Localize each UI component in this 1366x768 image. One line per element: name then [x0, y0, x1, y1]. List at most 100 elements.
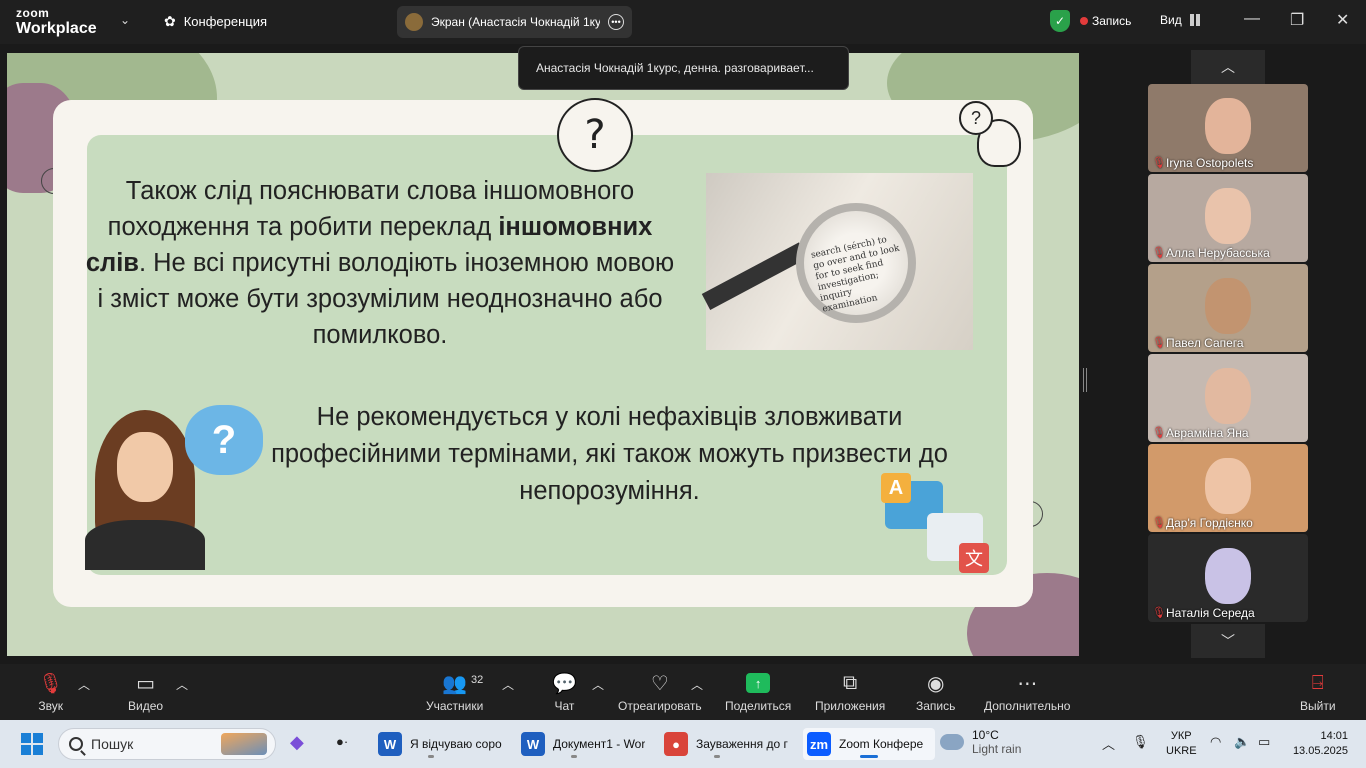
view-button[interactable]: Вид: [1160, 13, 1200, 27]
share-button[interactable]: ↑ Поделиться: [725, 670, 791, 713]
chat-icon: 💬: [552, 672, 577, 695]
volume-icon[interactable]: 🔈: [1234, 734, 1250, 750]
apps-label: Приложения: [815, 699, 886, 713]
search-icon: [69, 737, 83, 751]
clock[interactable]: 14:01 13.05.2025: [1290, 729, 1348, 759]
participant-tile[interactable]: 🎙 Наталія Середа: [1148, 534, 1308, 622]
mic-muted-icon: 🎙: [1152, 247, 1166, 259]
close-icon[interactable]: ✕: [1336, 10, 1349, 30]
meeting-info-button[interactable]: ✿ Конференция: [164, 13, 267, 30]
participants-icon: 👥: [442, 672, 468, 695]
more-label: Дополнительно: [984, 699, 1071, 713]
more-button[interactable]: ⋯ Дополнительно: [984, 670, 1071, 714]
taskbar-app[interactable]: zm Zoom Конфере: [803, 728, 935, 760]
participants-options-caret[interactable]: ︿: [502, 676, 514, 693]
video-options-caret[interactable]: ︿: [176, 676, 188, 693]
shared-screen: ? ? Також слід пояснювати слова іншомовн…: [7, 53, 1079, 656]
more-icon: ⋯: [1017, 672, 1038, 695]
search-label: Пошук: [91, 736, 134, 752]
participant-tile[interactable]: 🎙 Аврамкіна Яна: [1148, 354, 1308, 442]
running-indicator: [714, 755, 720, 758]
rain-cloud-icon: [940, 734, 964, 750]
record-button[interactable]: ◉ Запись: [916, 670, 955, 714]
copilot-icon[interactable]: ◆: [290, 732, 304, 753]
letter-wen: 文: [959, 543, 989, 573]
participant-name: Павел Сапега: [1166, 336, 1244, 350]
more-options-icon[interactable]: •••: [608, 14, 624, 30]
apps-button[interactable]: ⧉ Приложения: [815, 670, 886, 714]
participant-name-row: 🎙 Аврамкіна Яна: [1152, 426, 1249, 440]
participant-name-row: 🎙 Павел Сапега: [1152, 336, 1244, 350]
screen-share-tab[interactable]: Экран (Анастасія Чокнадій 1курс •••: [397, 6, 632, 38]
taskbar-app[interactable]: ● Зауваження до г: [660, 728, 792, 760]
weather-widget[interactable]: 10°C Light rain: [940, 728, 1021, 756]
leave-label: Выйти: [1300, 699, 1336, 713]
video-label: Видео: [128, 699, 164, 713]
running-indicator: [428, 755, 434, 758]
date: 13.05.2025: [1292, 745, 1348, 757]
running-indicator: [860, 755, 878, 758]
participant-tile[interactable]: 🎙 Дар'я Гордієнко: [1148, 444, 1308, 532]
app-title: Zoom Конфере: [839, 737, 924, 751]
audio-button[interactable]: 🎙 Звук: [38, 670, 63, 714]
battery-icon[interactable]: ▭: [1258, 734, 1270, 750]
video-camera-icon: ▭: [136, 672, 155, 695]
running-indicator: [571, 755, 577, 758]
app-icon: zm: [807, 732, 831, 756]
chat-button[interactable]: 💬 Чат: [552, 670, 577, 714]
mic-muted-icon: 🎙: [1152, 337, 1166, 349]
translate-icon: A 文: [881, 473, 991, 577]
weather-desc: Light rain: [972, 742, 1022, 756]
participant-name: Аврамкіна Яна: [1166, 426, 1249, 440]
mic-tray-icon[interactable]: 🎙: [1132, 734, 1149, 750]
react-options-caret[interactable]: ︿: [691, 676, 703, 693]
participant-tile[interactable]: 🎙 Iryna Ostopolets: [1148, 84, 1308, 172]
share-label: Поделиться: [725, 699, 792, 713]
video-button[interactable]: ▭ Видео: [128, 670, 164, 714]
leave-button[interactable]: ⍈ Выйти: [1300, 670, 1336, 714]
record-label: Запись: [1092, 14, 1132, 28]
paw-icon: ✿: [164, 13, 176, 29]
face: [117, 432, 173, 502]
taskbar-app[interactable]: W Документ1 - Wor: [517, 728, 649, 760]
thinking-person-icon: ?: [957, 99, 1027, 175]
app-dots-icon[interactable]: ●·: [336, 734, 348, 749]
react-button[interactable]: ♡ Отреагировать: [618, 670, 702, 714]
chat-label: Чат: [554, 699, 575, 713]
mic-muted-icon: 🎙: [1152, 427, 1166, 439]
participant-tile[interactable]: 🎙 Алла Нерубасська: [1148, 174, 1308, 262]
react-label: Отреагировать: [618, 699, 702, 713]
participant-name-row: 🎙 Наталія Середа: [1152, 606, 1255, 620]
taskbar-search[interactable]: Пошук: [58, 728, 276, 760]
participant-video: [1205, 548, 1251, 604]
chevron-down-icon[interactable]: ⌄: [120, 13, 130, 27]
audio-options-caret[interactable]: ︿: [78, 676, 90, 693]
brand-top: zoom: [16, 6, 50, 20]
meeting-label: Конференция: [183, 14, 268, 29]
security-shield-icon[interactable]: ✓: [1050, 10, 1070, 32]
mic-muted-icon: 🎙: [1152, 517, 1166, 529]
chat-options-caret[interactable]: ︿: [592, 676, 604, 693]
taskbar-app[interactable]: W Я відчуваю соро: [374, 728, 506, 760]
brand-bottom: Workplace: [16, 20, 97, 37]
share-screen-icon: ↑: [746, 673, 771, 693]
panel-splitter[interactable]: [1083, 368, 1087, 392]
participant-name: Iryna Ostopolets: [1166, 156, 1254, 170]
chevron-up-icon[interactable]: ︿: [1102, 734, 1115, 753]
scroll-up-button[interactable]: ︿: [1191, 50, 1265, 84]
participant-video: [1205, 188, 1251, 244]
scroll-down-button[interactable]: ﹀: [1191, 624, 1265, 658]
maximize-icon[interactable]: ❐: [1290, 10, 1304, 30]
app-title: Я відчуваю соро: [410, 737, 502, 751]
lang-line-1: УКР: [1170, 730, 1192, 742]
input-language[interactable]: УКР UKRE: [1166, 729, 1197, 759]
participants-count: 32: [471, 674, 484, 686]
wifi-icon[interactable]: ◠: [1210, 734, 1221, 750]
participant-tile[interactable]: 🎙 Павел Сапега: [1148, 264, 1308, 352]
chevron-down-icon: ﹀: [1221, 633, 1235, 649]
windows-start-icon[interactable]: [21, 733, 43, 755]
recording-indicator[interactable]: Запись: [1080, 14, 1131, 28]
minimize-icon[interactable]: —: [1244, 10, 1260, 28]
translate-bubble-b: 文: [927, 513, 989, 573]
participant-name: Дар'я Гордієнко: [1166, 516, 1253, 530]
